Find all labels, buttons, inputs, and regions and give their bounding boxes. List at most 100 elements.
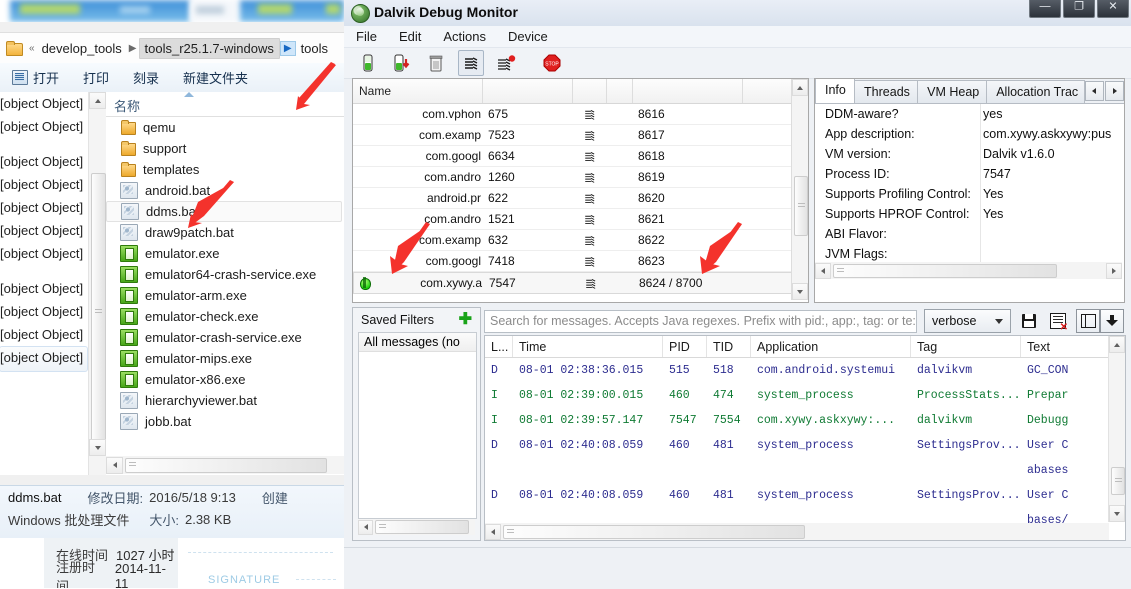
halt-vm-button[interactable] [424,51,448,75]
breadcrumb-item-develop-tools[interactable]: develop_tools [37,38,127,59]
process-table[interactable]: Name com.vphon 675 8616 com.examp 7523 8617 co… [352,78,809,303]
scroll-left-button[interactable] [485,523,501,540]
menu-bar[interactable]: File Edit Actions Device [344,26,1131,48]
file-rows[interactable]: qemu support templates android.bat ddms.bat d… [106,117,344,432]
logcat-table[interactable]: L... Time PID TID Application Tag Text D… [484,335,1126,541]
nav-item-computer[interactable]: [object Object] [0,277,88,300]
file-list-header[interactable]: 名称 [106,92,344,117]
logcat-horizontal-scrollbar[interactable] [485,523,1109,540]
navigation-pane[interactable]: [object Object] [object Object] [object … [0,92,88,475]
process-table-header[interactable]: Name [353,79,808,104]
saved-filters-list[interactable]: All messages (no [358,332,477,519]
tab-info[interactable]: Info [815,79,856,103]
column-header-tag[interactable]: Tag [911,336,1021,357]
close-button[interactable]: ✕ [1097,0,1129,18]
file-row[interactable]: jobb.bat [106,411,344,432]
process-threads-cell[interactable] [573,213,607,226]
save-log-button[interactable] [1018,310,1040,332]
scrollbar-thumb[interactable] [794,176,808,236]
file-row[interactable]: emulator-crash-service.exe [106,327,344,348]
process-row[interactable]: com.vphon 675 8616 [353,104,808,125]
scroll-right-button[interactable] [1106,262,1122,279]
file-row[interactable]: android.bat [106,180,344,201]
file-row[interactable]: qemu [106,117,344,138]
logcat-row[interactable]: D 08-01 02:38:36.015 515 518 com.android.sys… [485,358,1125,383]
column-header-name[interactable]: Name [353,79,483,103]
tab-scroll-left-button[interactable] [1085,81,1104,101]
file-row[interactable]: support [106,138,344,159]
nav-item-desktop[interactable]: [object Object] [0,92,88,115]
scrollbar-thumb[interactable] [833,263,1057,278]
file-row[interactable]: emulator64-crash-service.exe [106,264,344,285]
process-row[interactable]: com.examp 632 8622 [353,230,808,251]
filter-item-all-messages[interactable]: All messages (no [359,333,476,352]
process-row[interactable]: com.googl 7418 8623 [353,251,808,272]
scrollbar-thumb[interactable] [503,524,805,539]
scrollbar-thumb[interactable] [91,173,106,451]
search-input[interactable]: Search for messages. Accepts Java regexe… [484,309,917,333]
logcat-row[interactable]: D 08-01 02:40:08.059 460 481 system_process S… [485,483,1125,508]
start-method-profiling-button[interactable] [494,51,518,75]
tab-vm-heap[interactable]: VM Heap [917,80,988,103]
nav-item-downloads[interactable]: [object Object] [0,219,88,242]
nav-item-drive-d[interactable]: [object Object] [0,323,88,346]
file-row[interactable]: emulator-check.exe [106,306,344,327]
heap-updates-button[interactable] [356,51,380,75]
file-row[interactable]: draw9patch.bat [106,222,344,243]
nav-item-pictures[interactable]: [object Object] [0,173,88,196]
process-threads-cell[interactable] [573,192,607,205]
process-threads-cell[interactable] [573,129,607,142]
process-threads-cell[interactable] [573,234,607,247]
plus-icon[interactable]: ✚ [459,312,472,328]
process-row[interactable]: com.xywy.a 7547 8624 / 8700 [353,272,808,294]
file-row[interactable]: emulator-mips.exe [106,348,344,369]
file-list[interactable]: 名称 qemu support templates android.bat ddms.b… [106,92,344,475]
logcat-table-header[interactable]: L... Time PID TID Application Tag Text [485,336,1125,358]
logcat-row[interactable]: abases [485,458,1125,483]
tab-scroll-right-button[interactable] [1105,81,1124,101]
column-header-time[interactable]: Time [513,336,663,357]
new-folder-button[interactable]: 新建文件夹 [183,68,248,87]
nav-item-recent-places[interactable]: [object Object] [0,115,88,138]
maximize-button[interactable]: ❐ [1063,0,1095,18]
file-row[interactable]: templates [106,159,344,180]
scroll-lock-button[interactable] [1100,309,1124,333]
scrollbar-thumb[interactable] [125,457,327,473]
ddms-toolbar[interactable]: STOP [344,48,1131,79]
logcat-vertical-scrollbar[interactable] [1108,336,1125,522]
process-threads-cell[interactable] [573,171,607,184]
process-threads-cell[interactable] [574,277,608,290]
open-button[interactable]: 打开 [12,68,59,87]
clear-log-button[interactable] [1047,310,1069,333]
logcat-row[interactable]: I 08-01 02:39:00.015 460 474 system_process P… [485,383,1125,408]
print-button[interactable]: 打印 [83,68,109,87]
thread-updates-button[interactable] [458,50,484,76]
file-list-horizontal-scrollbar[interactable] [106,456,344,474]
scroll-down-button[interactable] [89,439,106,456]
scroll-up-button[interactable] [1109,336,1125,353]
scroll-left-button[interactable] [106,456,123,474]
process-threads-cell[interactable] [573,255,607,268]
menu-file[interactable]: File [356,29,377,44]
breadcrumb-item-tools[interactable]: tools [296,38,333,59]
nav-item-drive-c[interactable]: [object Object] [0,300,88,323]
chevron-right-icon[interactable]: ▶ [127,43,139,54]
column-header-debug[interactable] [573,79,607,103]
process-row[interactable]: com.examp 7523 8617 [353,125,808,146]
scroll-up-button[interactable] [792,79,808,96]
process-rows[interactable]: com.vphon 675 8616 com.examp 7523 8617 com.goo… [353,104,808,294]
tab-threads[interactable]: Threads [854,80,919,103]
scroll-up-button[interactable] [89,92,106,109]
scroll-left-button[interactable] [815,262,831,279]
nav-item-music[interactable]: [object Object] [0,242,88,265]
process-threads-cell[interactable] [573,150,607,163]
window-controls[interactable]: — ❐ ✕ [1029,0,1129,18]
file-row[interactable]: hierarchyviewer.bat [106,390,344,411]
tab-allocation-tracker[interactable]: Allocation Trac [986,80,1085,103]
scrollbar-thumb[interactable] [1111,467,1125,495]
column-header-text[interactable]: Text [1021,336,1091,357]
process-table-vertical-scrollbar[interactable] [791,79,808,300]
process-row[interactable]: com.andro 1260 8619 [353,167,808,188]
breadcrumb-item-tools-r25[interactable]: tools_r25.1.7-windows [138,37,280,59]
menu-edit[interactable]: Edit [399,29,421,44]
